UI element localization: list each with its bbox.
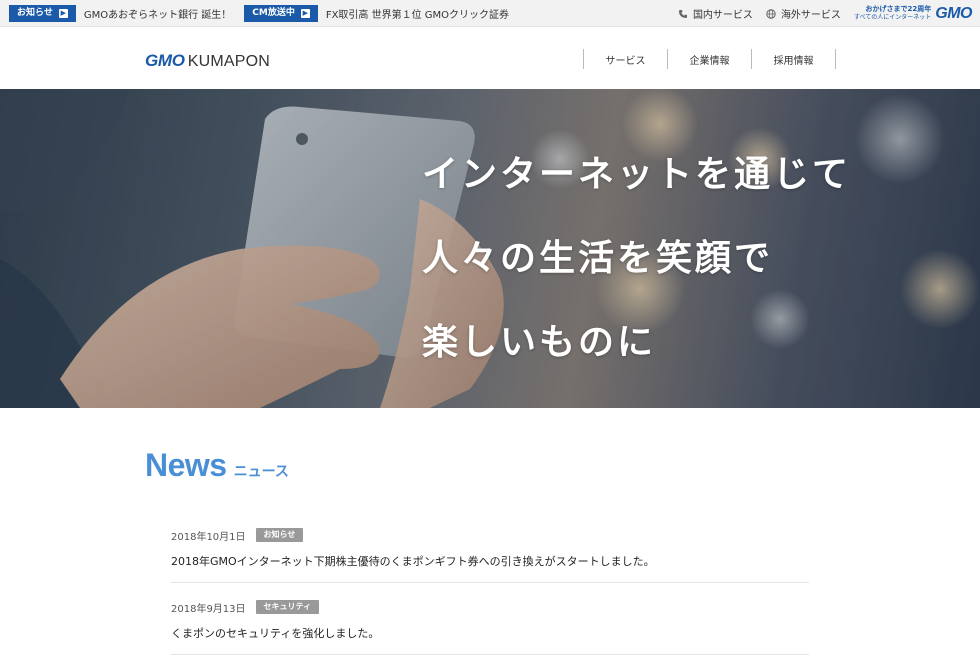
news-category-badge: セキュリティ [255,600,320,614]
chevron-right-icon: ▶ [300,8,310,18]
gmo-anniversary-tagline: おかげさまで22周年 すべての人にインターネット [854,5,931,22]
news-heading-en: News [145,447,227,483]
news-list-item[interactable]: 2018年9月13日 セキュリティ くまポンのセキュリティを強化しました。 [171,599,809,655]
top-bar: お知らせ ▶ GMOあおぞらネット銀行 誕生！ CM放送中 ▶ FX取引高 世界… [0,0,980,27]
hero-banner: インターネットを通じて 人々の生活を笑顔で 楽しいものに [0,89,980,408]
news-headline-link[interactable]: くまポンのセキュリティを強化しました。 [171,625,809,641]
news-ticker[interactable]: お知らせ ▶ GMOあおぞらネット銀行 誕生！ [0,0,231,27]
news-heading: News ニュース [145,447,289,484]
nav-item-services[interactable]: サービス [584,49,668,69]
news-heading-ja: ニュース [233,464,289,480]
news-date: 2018年9月13日 [171,603,246,615]
site-logo-gmo: GMO [145,51,185,70]
gmo-group-logo[interactable]: おかげさまで22周年 すべての人にインターネット GMO [854,4,973,23]
overseas-services-label: 海外サービス [780,10,841,21]
news-category-badge: お知らせ [255,528,304,542]
domestic-services-link[interactable]: 国内サービス [678,6,753,21]
cm-ticker[interactable]: CM放送中 ▶ FX取引高 世界第１位 GMOクリック証券 [244,0,509,27]
news-badge-label: お知らせ [17,7,53,18]
news-list-item[interactable]: 2018年10月1日 お知らせ 2018年GMOインターネット下期株主優待のくま… [171,527,809,583]
phone-icon [678,9,687,18]
chevron-right-icon: ▶ [58,8,68,18]
main-nav: サービス 企業情報 採用情報 [583,49,836,69]
site-logo[interactable]: GMO KUMAPON [145,51,270,71]
gmo-logo-text: GMO [935,4,972,22]
news-date: 2018年10月1日 [171,531,246,543]
news-ticker-text[interactable]: GMOあおぞらネット銀行 誕生！ [84,6,231,21]
domestic-services-label: 国内サービス [692,10,753,21]
hero-headline-line2: 人々の生活を笑顔で [422,238,774,279]
hero-headline-line1: インターネットを通じて [422,154,852,195]
overseas-services-link[interactable]: 海外サービス [766,6,841,21]
cm-badge-label: CM放送中 [252,7,295,18]
nav-item-company[interactable]: 企業情報 [668,49,752,69]
site-logo-name: KUMAPON [187,53,271,70]
nav-item-recruit[interactable]: 採用情報 [752,49,836,69]
cm-ticker-text[interactable]: FX取引高 世界第１位 GMOクリック証券 [326,6,509,21]
news-badge[interactable]: お知らせ ▶ [9,4,76,22]
site-header: GMO KUMAPON サービス 企業情報 採用情報 [0,27,980,89]
cm-badge[interactable]: CM放送中 ▶ [244,4,318,22]
news-headline-link[interactable]: 2018年GMOインターネット下期株主優待のくまポンギフト券への引き換えがスター… [171,553,809,569]
gmo-tagline-line1: おかげさまで22周年 [865,5,932,13]
hero-headline-line3: 楽しいものに [422,322,657,363]
gmo-tagline-line2: すべての人にインターネット [853,14,932,21]
globe-icon [766,8,776,19]
